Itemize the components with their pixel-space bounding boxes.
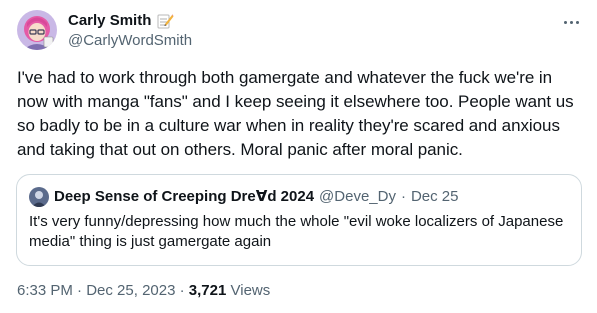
- author-avatar[interactable]: [17, 10, 57, 50]
- quoted-author-avatar: [29, 187, 49, 207]
- author-handle[interactable]: @CarlyWordSmith: [68, 32, 192, 50]
- views-label: Views: [230, 282, 271, 299]
- tweet-date[interactable]: Dec 25, 2023: [86, 282, 175, 299]
- author-display-name[interactable]: Carly Smith: [68, 12, 151, 30]
- tweet-time[interactable]: 6:33 PM: [17, 282, 73, 299]
- tweet-card: Carly Smith @CarlyWordSmith I've had to …: [0, 0, 597, 313]
- author-name-row: Carly Smith: [68, 12, 174, 30]
- more-options-button[interactable]: [559, 10, 583, 34]
- meta-separator: ·: [77, 282, 83, 299]
- quoted-tweet-header: Deep Sense of Creeping Dre∀d 2024 @Deve_…: [29, 187, 459, 207]
- quoted-author-name: Deep Sense of Creeping Dre∀d 2024: [54, 188, 315, 205]
- views-count: 3,721: [188, 282, 227, 299]
- quoted-separator: ·: [400, 188, 406, 205]
- quoted-tweet[interactable]: Deep Sense of Creeping Dre∀d 2024 @Deve_…: [16, 174, 582, 266]
- meta-separator: ·: [179, 282, 185, 299]
- quoted-author-handle: @Deve_Dy: [319, 188, 396, 205]
- quoted-tweet-text: It's very funny/depressing how much the …: [29, 213, 564, 250]
- memo-icon: [156, 12, 174, 30]
- more-horizontal-icon: [563, 20, 567, 24]
- quoted-date: Dec 25: [410, 188, 459, 205]
- avatar-image: [17, 10, 57, 50]
- tweet-metadata: 6:33 PM · Dec 25, 2023 · 3,721 Views: [17, 281, 270, 301]
- tweet-text: I've had to work through both gamergate …: [17, 68, 574, 159]
